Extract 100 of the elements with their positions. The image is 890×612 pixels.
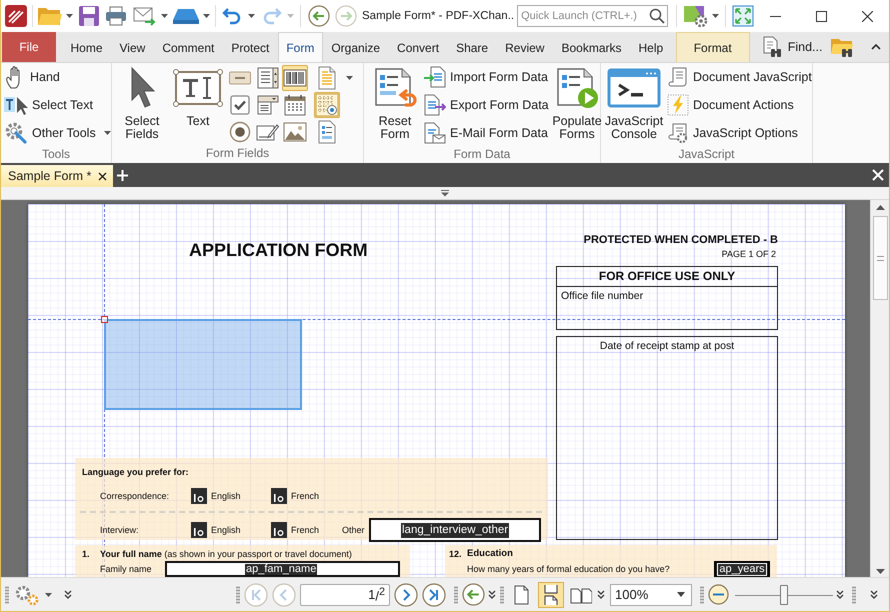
ribbon-tab[interactable]: Convert xyxy=(388,32,448,62)
caret-icon[interactable] xyxy=(161,14,168,18)
list-box-icon[interactable] xyxy=(254,65,280,91)
grid-eye-icon[interactable] xyxy=(314,92,340,118)
expand-arrows-icon[interactable] xyxy=(732,5,754,27)
undo-icon[interactable] xyxy=(222,7,242,25)
ribbon-tab[interactable]: Review xyxy=(496,32,553,62)
form-title: APPLICATION FORM xyxy=(189,240,368,261)
double-chevron-icon[interactable] xyxy=(64,590,72,600)
quick-launch-field[interactable]: Quick Launch (CTRL+.) xyxy=(517,5,668,27)
contextual-tab[interactable]: Format xyxy=(676,32,750,62)
file-tab[interactable]: File xyxy=(2,32,56,62)
ribbon-tab[interactable]: Form xyxy=(278,32,323,62)
section-number: 1. xyxy=(82,548,91,558)
find-button[interactable]: Find... xyxy=(762,32,822,62)
checkbox-field-icon[interactable] xyxy=(191,488,207,504)
text-cursor-icon xyxy=(4,94,28,116)
ribbon-tab[interactable]: Home xyxy=(62,32,112,62)
text-field-button[interactable]: Text xyxy=(170,63,226,128)
zoom-slider[interactable] xyxy=(735,584,833,606)
last-page-icon[interactable] xyxy=(422,582,446,606)
chevron-up-icon[interactable] xyxy=(871,44,881,50)
search-icon[interactable] xyxy=(649,8,666,24)
dot-circle-icon[interactable] xyxy=(227,119,253,145)
email-form-data-button[interactable]: E-Mail Form Data xyxy=(424,119,550,147)
checkbox-field-icon[interactable] xyxy=(271,488,287,504)
scanner-icon[interactable] xyxy=(172,8,200,24)
ribbon-tab[interactable]: Protect xyxy=(222,32,278,62)
document-binoculars-icon xyxy=(762,36,782,58)
caret-icon[interactable] xyxy=(677,592,685,597)
envelope-icon[interactable] xyxy=(133,6,157,26)
text-field[interactable]: ap_years xyxy=(714,561,770,577)
close-icon[interactable] xyxy=(862,10,873,22)
field-label: Correspondence: xyxy=(100,491,170,501)
ribbon-tab[interactable]: View xyxy=(111,32,154,62)
gears-icon[interactable] xyxy=(14,584,40,606)
continuous-pages-icon[interactable] xyxy=(538,582,564,608)
checkbox-field-icon[interactable] xyxy=(271,522,287,538)
populate-forms-button[interactable]: Populate Forms xyxy=(550,63,604,141)
barcode-icon[interactable] xyxy=(282,65,308,91)
caret-icon[interactable] xyxy=(712,14,720,18)
caret-icon[interactable] xyxy=(248,14,255,18)
page-number-field[interactable]: 1/$^{2}$ xyxy=(300,584,390,606)
ribbon-tab[interactable]: Comment xyxy=(154,32,223,62)
printer-icon[interactable] xyxy=(105,6,127,26)
caret-icon[interactable] xyxy=(45,592,52,596)
javascript-options-button[interactable]: JavaScript Options xyxy=(667,119,809,147)
zoom-field[interactable]: 100% xyxy=(610,584,692,606)
double-chevron-icon[interactable] xyxy=(597,590,605,600)
ribbon-tab[interactable]: Organize xyxy=(322,32,389,62)
scrollbar-thumb[interactable] xyxy=(872,216,888,300)
toolbar-grip-icon[interactable] xyxy=(500,586,504,604)
toolbar-grip-icon[interactable] xyxy=(454,586,458,604)
import-form-data-button[interactable]: Import Form Data xyxy=(424,63,550,91)
document-tab[interactable]: Sample Form * xyxy=(1,165,113,187)
next-page-icon[interactable] xyxy=(394,582,418,606)
select-fields-button[interactable]: Select Fields xyxy=(118,63,166,141)
vertical-scrollbar[interactable] xyxy=(870,200,889,577)
close-icon[interactable] xyxy=(98,172,107,180)
reset-form-button[interactable]: Reset Form xyxy=(368,63,422,141)
scroll-up-icon[interactable] xyxy=(876,205,884,210)
zoom-out-icon[interactable] xyxy=(708,584,729,605)
folder-binoculars-icon[interactable] xyxy=(830,36,854,58)
double-chevron-icon[interactable] xyxy=(836,590,844,600)
text-field[interactable]: lang_interview_other xyxy=(369,518,541,542)
javascript-console-button[interactable]: JavaScript Console xyxy=(603,63,665,141)
document-actions-button[interactable]: Document Actions xyxy=(667,91,809,119)
toolbar-grip-icon[interactable] xyxy=(700,586,704,604)
collapse-arrow-icon[interactable] xyxy=(440,190,450,196)
scroll-down-icon[interactable] xyxy=(876,569,884,574)
text-field[interactable]: ap_fam_name xyxy=(165,561,400,577)
plus-icon[interactable] xyxy=(117,170,128,180)
export-form-data-button[interactable]: Export Form Data xyxy=(424,91,550,119)
caret-icon[interactable] xyxy=(203,14,210,18)
ribbon-tab[interactable]: Bookmarks xyxy=(552,32,630,62)
toolbar-grip-icon[interactable] xyxy=(852,586,856,604)
toolbar-grip-icon[interactable] xyxy=(5,586,9,604)
tile-gear-icon[interactable] xyxy=(683,4,710,28)
ribbon-tab[interactable]: Share xyxy=(448,32,497,62)
select-text-button[interactable]: Select Text xyxy=(4,91,93,119)
checkbox-field-icon[interactable] xyxy=(191,522,207,538)
zoom-slider-thumb[interactable] xyxy=(780,584,788,604)
ribbon-tab[interactable]: Help xyxy=(630,32,672,62)
double-chevron-icon[interactable] xyxy=(488,590,496,600)
square-handle-icon[interactable] xyxy=(101,316,108,323)
app-logo-icon[interactable] xyxy=(5,5,27,27)
field-label: Interview: xyxy=(100,525,140,535)
other-tools-button[interactable]: Other Tools xyxy=(4,119,111,147)
calendar-icon[interactable] xyxy=(282,92,308,118)
section-heading: Your full name (as shown in your passport or travel document) xyxy=(100,548,352,558)
toolbar-grip-icon[interactable] xyxy=(236,586,240,604)
gear-wrench-icon xyxy=(4,121,28,145)
double-chevron-icon[interactable] xyxy=(870,590,878,600)
maximize-icon[interactable] xyxy=(816,10,827,22)
caret-icon[interactable] xyxy=(346,76,353,80)
caret-icon[interactable] xyxy=(66,14,73,18)
question-text: How many years of formal education do you have? xyxy=(467,564,671,574)
hand-tool-button[interactable]: Hand xyxy=(4,63,60,91)
group-label: Tools xyxy=(40,147,71,163)
field-selection-rectangle[interactable] xyxy=(104,319,302,410)
